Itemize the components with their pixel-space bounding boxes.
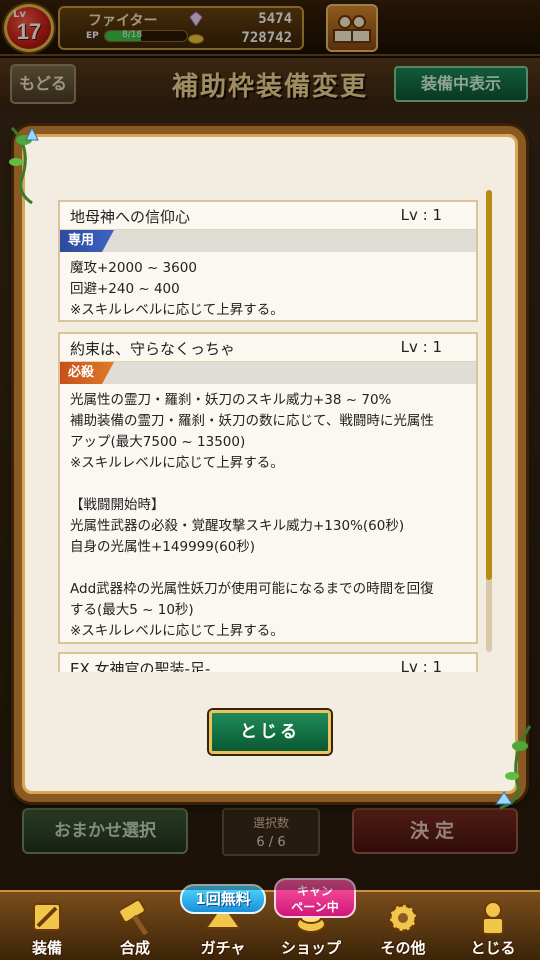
skill-description-line: 自身の光属性+149999(60秒) [70, 539, 256, 555]
hammer-icon [118, 899, 149, 936]
skill-description-line: 回避+240 ~ 400 [70, 281, 180, 297]
nav-equip[interactable]: 装備 [4, 892, 90, 960]
scrollbar-thumb[interactable] [486, 190, 492, 580]
close-modal-button[interactable]: とじる [209, 710, 331, 754]
sword-icon [33, 903, 61, 931]
skill-card: 地母神への信仰心 Lv : 1 専用 魔攻+2000 ~ 3600 回避+240… [58, 200, 478, 322]
nav-synthesis-label: 合成 [119, 939, 150, 957]
nav-shop-label: ショップ [280, 939, 341, 957]
skill-card-header: 地母神への信仰心 Lv : 1 [60, 202, 476, 230]
skill-description-spacer [70, 474, 466, 495]
nav-synthesis[interactable]: 合成 [92, 892, 178, 960]
scrollbar[interactable] [486, 190, 492, 652]
skill-description-line: 光属性の霊刀・羅刹・妖刀のスキル威力+38 ~ 70% [70, 392, 392, 408]
skill-tag: 専用 [60, 230, 114, 252]
skill-description-line: ※スキルレベルに応じて上昇する。 [70, 455, 284, 471]
skill-card-header: 約束は、守らなくっちゃ Lv : 1 [60, 334, 476, 362]
skill-level: Lv : 1 [400, 658, 442, 672]
skill-list[interactable]: 地母神への信仰心 Lv : 1 専用 魔攻+2000 ~ 3600 回避+240… [44, 200, 482, 672]
skill-card-header: EX 女神官の聖装-足- Lv : 1 [60, 654, 476, 672]
skill-description-line: 魔攻+2000 ~ 3600 [70, 260, 197, 276]
skill-description: 魔攻+2000 ~ 3600 回避+240 ~ 400 ※スキルレベルに応じて上… [60, 252, 476, 329]
skill-level: Lv : 1 [400, 206, 442, 224]
nav-gacha-label: ガチャ [200, 939, 246, 957]
skill-description-line: ※スキルレベルに応じて上昇する。 [70, 623, 284, 639]
nav-other[interactable]: その他 [360, 892, 446, 960]
nav-close-label: とじる [470, 939, 516, 957]
skill-description-line: 補助装備の霊刀・羅刹・妖刀の数に応じて、戦闘時に光属性 [70, 413, 434, 429]
skill-name: 約束は、守らなくっちゃ [70, 340, 236, 358]
skill-description-spacer [70, 558, 466, 579]
skill-level: Lv : 1 [400, 338, 442, 356]
skill-description-line: 【戦闘開始時】 [70, 497, 165, 513]
skill-card: EX 女神官の聖装-足- Lv : 1 [58, 652, 478, 672]
skill-description-line: アップ(最大7500 ~ 13500) [70, 434, 246, 450]
skill-description-line: Add武器枠の光属性妖刀が使用可能になるまでの時間を回復 [70, 581, 434, 597]
guardian-statue-icon [482, 901, 504, 935]
nav-close[interactable]: とじる [450, 892, 536, 960]
skill-description-line: する(最大5 ~ 10秒) [70, 602, 194, 618]
skill-tag-row: 専用 [60, 230, 476, 252]
skill-description: 光属性の霊刀・羅刹・妖刀のスキル威力+38 ~ 70% 補助装備の霊刀・羅刹・妖… [60, 384, 476, 650]
gear-icon [388, 903, 418, 933]
skill-tag-row: 必殺 [60, 362, 476, 384]
skill-description-line: ※スキルレベルに応じて上昇する。 [70, 302, 284, 318]
skill-name: 地母神への信仰心 [70, 208, 191, 226]
skill-tag: 必殺 [60, 362, 114, 384]
skill-name: EX 女神官の聖装-足- [70, 660, 211, 672]
campaign-badge-line2: ペーン中 [291, 900, 339, 914]
nav-equip-label: 装備 [31, 939, 62, 957]
skill-card: 約束は、守らなくっちゃ Lv : 1 必殺 光属性の霊刀・羅刹・妖刀のスキル威力… [58, 332, 478, 644]
bottom-nav: 装備 合成 ガチャ ショップ その他 とじる [0, 890, 540, 960]
vine-decoration-icon [495, 725, 532, 810]
nav-other-label: その他 [380, 939, 426, 957]
vine-decoration-icon [9, 126, 39, 205]
skill-description-line: 光属性武器の必殺・覚醒攻撃スキル威力+130%(60秒) [70, 518, 405, 534]
